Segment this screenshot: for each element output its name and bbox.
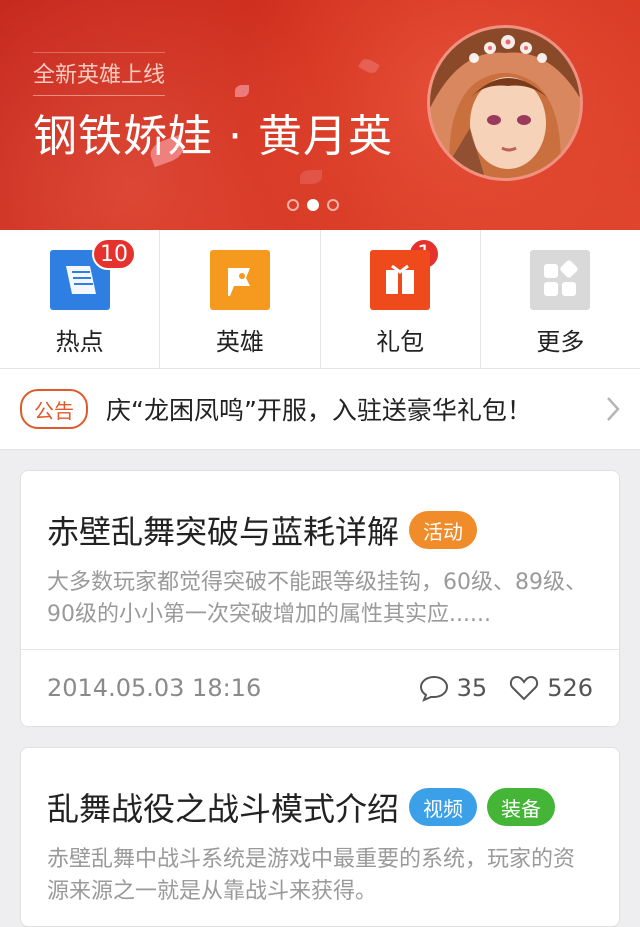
- announcement-text: 庆“龙困凤鸣”开服，入驻送豪华礼包！: [106, 396, 532, 425]
- announcement-bar[interactable]: 公告 庆“龙困凤鸣”开服，入驻送豪华礼包！: [0, 369, 640, 450]
- nav-label: 英雄: [215, 328, 264, 356]
- announcement-tag: 公告: [20, 389, 88, 429]
- like-count-value: 526: [547, 674, 593, 702]
- hero-avatar: [430, 28, 580, 178]
- carousel-dot[interactable]: [287, 199, 299, 211]
- post-tag: 视频: [409, 788, 478, 826]
- post-tag: 活动: [409, 511, 478, 549]
- post-summary: 大多数玩家都觉得突破不能跟等级挂钩，60级、89级、90级的小小第一次突破增加的…: [47, 570, 587, 627]
- petal-decoration: [358, 56, 380, 76]
- post-card[interactable]: 乱舞战役之战斗模式介绍 视频 装备 赤壁乱舞中战斗系统是游戏中最重要的系统，玩家…: [20, 747, 620, 927]
- hero-icon: [209, 250, 270, 310]
- post-time: 2014.05.03 18:16: [47, 674, 262, 702]
- post-title: 乱舞战役之战斗模式介绍: [47, 790, 400, 828]
- post-card[interactable]: 赤壁乱舞突破与蓝耗详解 活动 大多数玩家都觉得突破不能跟等级挂钩，60级、89级…: [20, 470, 620, 727]
- nav-label: 更多: [536, 328, 585, 356]
- like-count[interactable]: 526: [509, 674, 593, 702]
- chevron-right-icon: [607, 397, 620, 421]
- carousel-indicator[interactable]: [287, 199, 339, 211]
- quick-nav: 10 热点 1 英雄 礼包: [0, 230, 640, 369]
- petal-decoration: [300, 170, 322, 184]
- post-title: 赤壁乱舞突破与蓝耗详解: [47, 513, 400, 551]
- gift-icon: [370, 250, 431, 310]
- banner-subtitle: 全新英雄上线: [33, 52, 166, 96]
- nav-item-hot[interactable]: 10 热点: [0, 230, 161, 368]
- nav-label: 礼包: [376, 328, 425, 356]
- hero-banner[interactable]: 全新英雄上线 钢铁娇娃 · 黄月英: [0, 0, 640, 230]
- post-summary: 赤壁乱舞中战斗系统是游戏中最重要的系统，玩家的资源来源之一就是从靠战斗来获得。: [47, 847, 576, 904]
- notification-badge: 10: [92, 238, 136, 270]
- nav-label: 热点: [55, 328, 104, 356]
- comment-count[interactable]: 35: [419, 674, 488, 702]
- nav-item-more[interactable]: 更多: [481, 230, 640, 368]
- banner-title: 钢铁娇娃 · 黄月英: [33, 111, 393, 162]
- nav-item-hero[interactable]: 1 英雄: [160, 230, 441, 368]
- more-icon: [530, 250, 591, 310]
- comment-count-value: 35: [456, 674, 488, 702]
- carousel-dot-active[interactable]: [307, 199, 319, 211]
- nav-item-gift[interactable]: 礼包: [321, 230, 481, 368]
- heart-icon: [510, 675, 539, 701]
- comment-icon: [419, 675, 448, 702]
- petal-decoration: [235, 85, 249, 97]
- post-tag: 装备: [487, 788, 556, 826]
- carousel-dot[interactable]: [327, 199, 339, 211]
